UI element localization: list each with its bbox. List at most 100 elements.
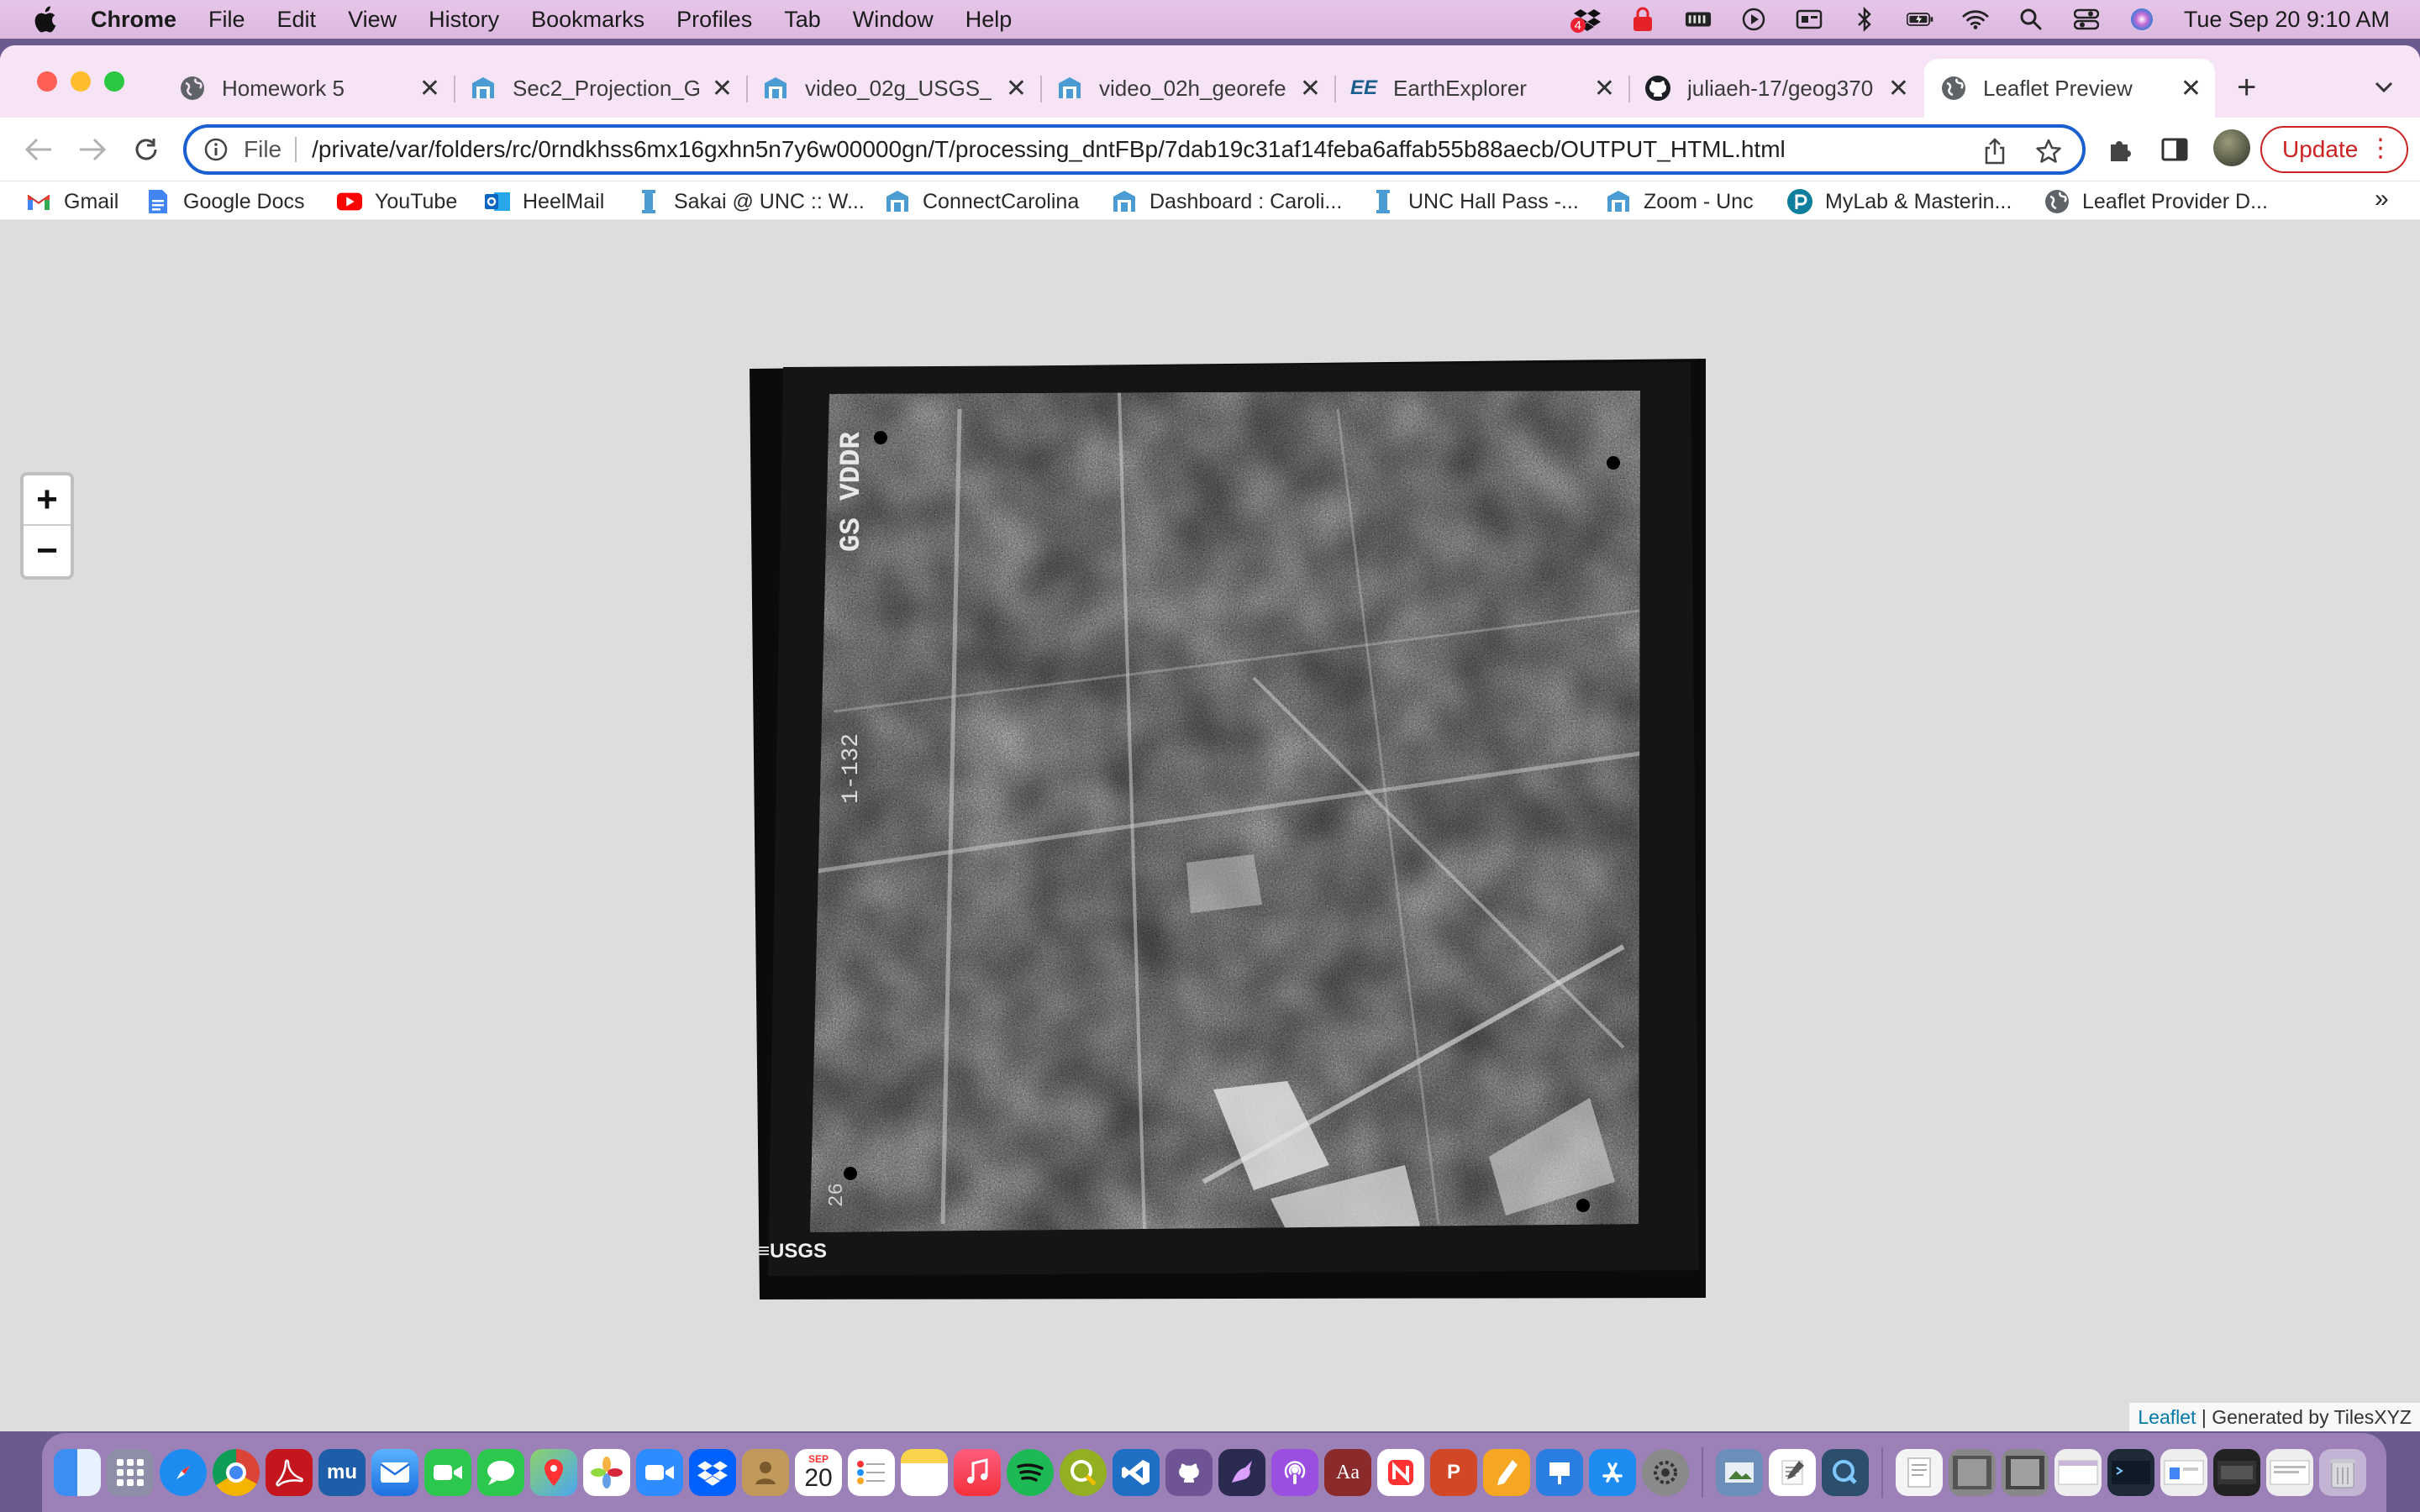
new-tab-button[interactable]: + xyxy=(2237,69,2256,107)
menu-edit[interactable]: Edit xyxy=(277,7,317,33)
forward-arrow-icon[interactable] xyxy=(76,133,109,166)
lock-status-icon[interactable] xyxy=(1629,7,1656,31)
tab-video-02h[interactable]: video_02h_georefe ✕ xyxy=(1040,59,1334,118)
close-tab-icon[interactable]: ✕ xyxy=(419,74,440,103)
zoom-out-button[interactable]: − xyxy=(24,526,71,576)
pages-icon[interactable] xyxy=(1483,1449,1530,1496)
dropbox-status-icon[interactable]: 4 xyxy=(1570,8,1601,33)
screenshot-thumbnail-icon[interactable] xyxy=(2054,1449,2102,1496)
facetime-icon[interactable] xyxy=(424,1449,471,1496)
menu-tab[interactable]: Tab xyxy=(784,7,821,33)
url-text[interactable]: /private/var/folders/rc/0rndkhss6mx16gxh… xyxy=(312,136,1786,163)
app-unicorn-icon[interactable] xyxy=(1218,1449,1265,1496)
bookmark-dashboard[interactable]: Dashboard : Caroli... xyxy=(1111,186,1342,217)
finder-icon[interactable] xyxy=(54,1449,101,1496)
menu-view[interactable]: View xyxy=(348,7,397,33)
profile-avatar[interactable] xyxy=(2213,129,2250,166)
display-status-icon[interactable] xyxy=(1796,8,1823,31)
back-arrow-icon[interactable] xyxy=(22,133,55,166)
close-tab-icon[interactable]: ✕ xyxy=(712,74,733,103)
close-tab-icon[interactable]: ✕ xyxy=(1888,74,1909,103)
news-icon[interactable] xyxy=(1377,1449,1424,1496)
system-preferences-icon[interactable] xyxy=(1642,1449,1689,1496)
launchpad-icon[interactable] xyxy=(107,1449,154,1496)
github-desktop-icon[interactable] xyxy=(1165,1449,1213,1496)
app-store-icon[interactable] xyxy=(1589,1449,1636,1496)
menu-help[interactable]: Help xyxy=(965,7,1013,33)
bookmark-unc-hall-pass[interactable]: UNC Hall Pass -... xyxy=(1370,186,1579,217)
tab-leaflet-preview[interactable]: Leaflet Preview ✕ xyxy=(1924,59,2215,118)
reload-icon[interactable] xyxy=(129,133,163,166)
bookmarks-overflow-icon[interactable]: » xyxy=(2375,185,2389,213)
quicktime-icon[interactable] xyxy=(1822,1449,1869,1496)
tab-github-repo[interactable]: juliaeh-17/geog370 ✕ xyxy=(1628,59,1923,118)
menu-app-name[interactable]: Chrome xyxy=(91,7,176,33)
close-tab-icon[interactable]: ✕ xyxy=(1006,74,1027,103)
close-tab-icon[interactable]: ✕ xyxy=(1300,74,1321,103)
chrome-icon[interactable] xyxy=(213,1449,260,1496)
powerpoint-icon[interactable]: P xyxy=(1430,1449,1477,1496)
update-chrome-button[interactable]: Update ⋮ xyxy=(2260,126,2408,173)
screenshot-thumbnail-icon[interactable] xyxy=(2213,1449,2260,1496)
menu-window[interactable]: Window xyxy=(853,7,934,33)
textedit-icon[interactable] xyxy=(1769,1449,1816,1496)
keynote-icon[interactable] xyxy=(1536,1449,1583,1496)
menu-file[interactable]: File xyxy=(208,7,245,33)
bookmark-star-icon[interactable] xyxy=(2035,138,2062,165)
spotlight-search-icon[interactable] xyxy=(2018,8,2044,31)
menu-profiles[interactable]: Profiles xyxy=(676,7,752,33)
preview-icon[interactable] xyxy=(1716,1449,1763,1496)
bookmark-sakai[interactable]: Sakai @ UNC :: W... xyxy=(635,186,865,217)
zoom-app-icon[interactable] xyxy=(636,1449,683,1496)
photos-icon[interactable] xyxy=(583,1449,630,1496)
siri-icon[interactable] xyxy=(2128,8,2155,31)
leaflet-attribution-link[interactable]: Leaflet xyxy=(2138,1406,2196,1429)
bookmark-gmail[interactable]: Gmail xyxy=(25,186,118,217)
bookmark-leaflet-provider[interactable]: Leaflet Provider D... xyxy=(2044,186,2268,217)
tab-homework-5[interactable]: Homework 5 ✕ xyxy=(163,59,454,118)
bluetooth-icon[interactable] xyxy=(1851,7,1878,32)
safari-icon[interactable] xyxy=(160,1449,207,1496)
extensions-puzzle-icon[interactable] xyxy=(2106,134,2136,165)
menu-bar-clock[interactable]: Tue Sep 20 9:10 AM xyxy=(2184,7,2390,33)
bookmark-zoom-unc[interactable]: Zoom - Unc xyxy=(1605,186,1754,217)
dictionary-icon[interactable]: Aa xyxy=(1324,1449,1371,1496)
close-tab-icon[interactable]: ✕ xyxy=(1594,74,1615,103)
tab-search-chevron-icon[interactable] xyxy=(2371,74,2396,99)
dropbox-icon[interactable] xyxy=(689,1449,736,1496)
music-icon[interactable] xyxy=(954,1449,1001,1496)
calendar-icon[interactable]: SEP 20 xyxy=(795,1449,842,1496)
bookmark-youtube[interactable]: YouTube xyxy=(336,186,457,217)
bookmark-connectcarolina[interactable]: ConnectCarolina xyxy=(884,186,1079,217)
menu-history[interactable]: History xyxy=(429,7,499,33)
side-panel-icon[interactable] xyxy=(2160,134,2190,165)
trash-icon[interactable] xyxy=(2319,1449,2366,1496)
reminders-icon[interactable] xyxy=(848,1449,895,1496)
aerial-photo-thumbnail-icon[interactable] xyxy=(1949,1449,1996,1496)
screenshot-thumbnail-icon[interactable] xyxy=(2266,1449,2313,1496)
close-window-button[interactable] xyxy=(37,71,57,92)
bookmark-mylab[interactable]: MyLab & Masterin... xyxy=(1786,186,2012,217)
close-tab-icon[interactable]: ✕ xyxy=(2181,74,2202,103)
address-bar[interactable]: File /private/var/folders/rc/0rndkhss6mx… xyxy=(183,124,2086,175)
podcasts-icon[interactable] xyxy=(1271,1449,1318,1496)
tab-sec2-projection[interactable]: Sec2_Projection_GI ✕ xyxy=(454,59,746,118)
play-status-icon[interactable] xyxy=(1740,8,1767,31)
tab-earthexplorer[interactable]: EE EarthExplorer ✕ xyxy=(1334,59,1628,118)
menu-bookmarks[interactable]: Bookmarks xyxy=(531,7,644,33)
wifi-icon[interactable] xyxy=(1962,8,1989,31)
qgis-icon[interactable] xyxy=(1060,1449,1107,1496)
maps-icon[interactable] xyxy=(530,1449,577,1496)
memory-status-icon[interactable] xyxy=(1685,8,1712,31)
zoom-window-button[interactable] xyxy=(104,71,124,92)
acrobat-icon[interactable] xyxy=(266,1449,313,1496)
terminal-thumbnail-icon[interactable] xyxy=(2107,1449,2154,1496)
aerial-photo-overlay[interactable]: GS VDDR 1-132 26 ≡USGS xyxy=(750,359,1711,1299)
zoom-in-button[interactable]: + xyxy=(24,475,71,526)
apple-menu-icon[interactable] xyxy=(32,5,66,34)
spotify-icon[interactable] xyxy=(1007,1449,1054,1496)
bookmark-google-docs[interactable]: Google Docs xyxy=(145,186,305,217)
messages-icon[interactable] xyxy=(477,1449,524,1496)
site-info-icon[interactable] xyxy=(203,137,229,162)
contacts-icon[interactable] xyxy=(742,1449,789,1496)
